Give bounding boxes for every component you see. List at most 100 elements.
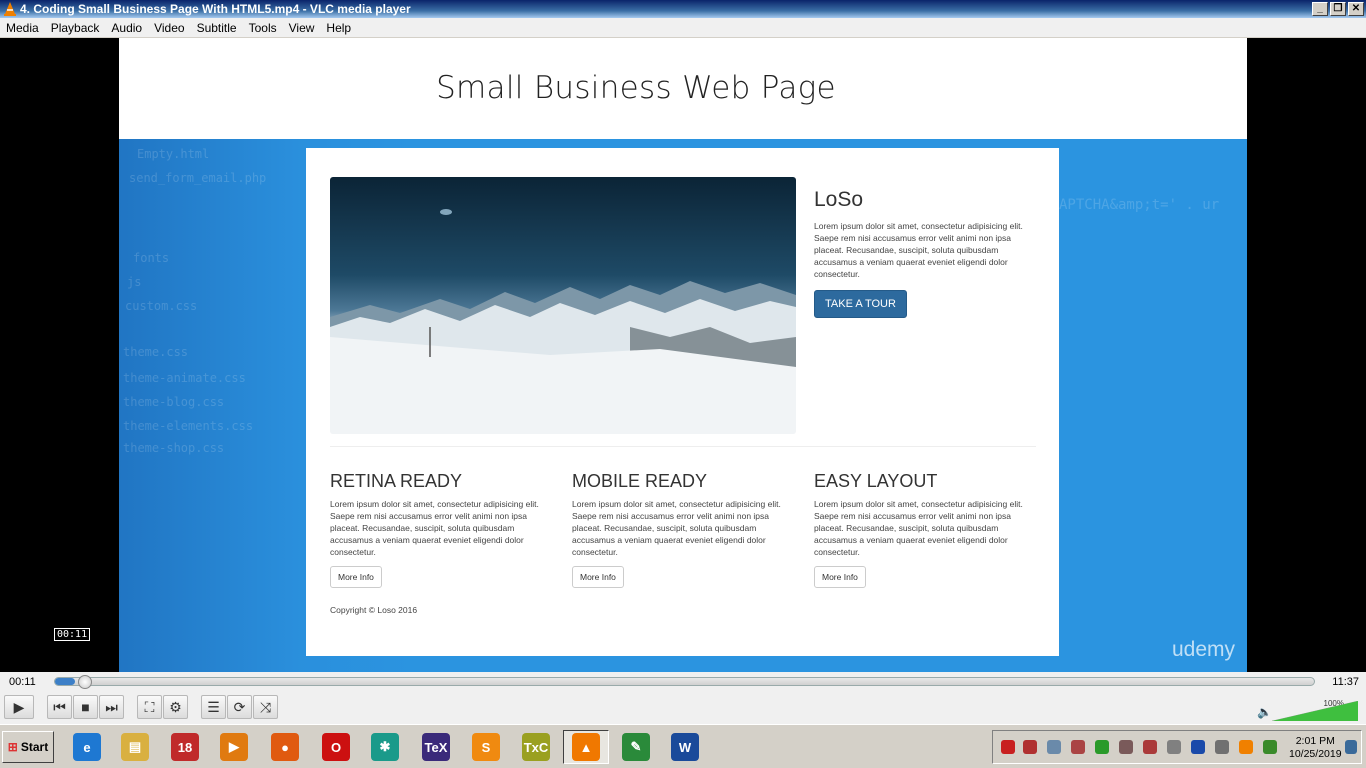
feature-column: MOBILE READY Lorem ipsum dolor sit amet,…: [572, 471, 794, 588]
taskbar-app-opera[interactable]: O: [313, 730, 359, 764]
start-label: Start: [20, 740, 49, 754]
clock[interactable]: 2:01 PM 10/25/2019: [1289, 735, 1342, 761]
texmaker-icon: TxC: [522, 733, 550, 761]
bluetooth-icon[interactable]: [1191, 740, 1205, 754]
battery-icon[interactable]: [1167, 740, 1181, 754]
media-player-icon: ▶: [220, 733, 248, 761]
feature-heading: MOBILE READY: [572, 471, 708, 491]
video-area[interactable]: Small Business Web Page Empty.html send_…: [0, 38, 1366, 672]
previous-button[interactable]: ⏮: [47, 695, 72, 719]
hero-text: Lorem ipsum dolor sit amet, consectetur …: [814, 221, 1023, 279]
menu-playback[interactable]: Playback: [45, 21, 106, 35]
seek-time-tooltip: 00:11: [54, 628, 91, 641]
loop-button[interactable]: ⟳: [227, 695, 252, 719]
demo-page: LoSo Lorem ipsum dolor sit amet, consect…: [306, 148, 1059, 656]
stop-button[interactable]: ■: [73, 695, 98, 719]
close-button[interactable]: ✕: [1348, 2, 1364, 16]
vlc-cone-icon: [4, 2, 16, 16]
ghost-file: js: [127, 275, 142, 289]
antivirus-icon[interactable]: [1023, 740, 1037, 754]
feature-heading: EASY LAYOUT: [814, 471, 938, 491]
no-signal-icon[interactable]: [1143, 740, 1157, 754]
menu-media[interactable]: Media: [0, 21, 45, 35]
lock-icon[interactable]: [1071, 740, 1085, 754]
feature-column: EASY LAYOUT Lorem ipsum dolor sit amet, …: [814, 471, 1036, 588]
more-info-button: More Info: [814, 566, 866, 588]
ghost-file: Empty.html: [137, 147, 210, 161]
taskbar-app-notepad[interactable]: ✎: [613, 730, 659, 764]
feature-column: RETINA READY Lorem ipsum dolor sit amet,…: [330, 471, 552, 588]
control-bar: ▶ ⏮ ■ ⏭ ⛶ ⚙ ☰ ⟳ ⤨ 🔈 100%: [0, 692, 1366, 724]
hero-side: LoSo Lorem ipsum dolor sit amet, consect…: [814, 188, 1036, 318]
take-a-tour-button: TAKE A TOUR: [814, 290, 907, 318]
xmind-icon: ✱: [371, 733, 399, 761]
extended-settings-button[interactable]: ⚙: [163, 695, 188, 719]
window-title: 4. Coding Small Business Page With HTML5…: [20, 2, 411, 16]
windows-flag-icon: ⊞: [7, 740, 18, 754]
stop-icon: ■: [81, 699, 90, 715]
taskbar-app-tex[interactable]: TeX: [413, 730, 459, 764]
taskbar-app-sublime-text[interactable]: S: [463, 730, 509, 764]
network-drive-icon[interactable]: [1047, 740, 1061, 754]
next-button[interactable]: ⏭: [99, 695, 124, 719]
taskbar-app-internet-explorer[interactable]: e: [64, 730, 110, 764]
taskbar-app-media-player[interactable]: ▶: [211, 730, 257, 764]
taskbar: ⊞ Start e ▤ 18 ▶ ● O ✱ TeX S TxC ▲ ✎ W 2:01 PM 10/25…: [0, 724, 1366, 768]
speaker-icon[interactable]: 🔈: [1257, 705, 1272, 719]
taskbar-app-vlc[interactable]: ▲: [563, 730, 609, 764]
section-divider: [330, 446, 1036, 447]
seek-handle[interactable]: [78, 675, 93, 689]
taskbar-app-file-explorer[interactable]: ▤: [112, 730, 158, 764]
clock-date: 10/25/2019: [1289, 748, 1342, 760]
elapsed-time[interactable]: 00:11: [9, 676, 36, 688]
clock-time: 2:01 PM: [1295, 735, 1335, 747]
taskbar-app-firefox[interactable]: ●: [262, 730, 308, 764]
seek-slider[interactable]: [54, 675, 1315, 689]
shuffle-button[interactable]: ⤨: [253, 695, 278, 719]
ghost-file: theme-animate.css: [123, 371, 246, 385]
feature-text: Lorem ipsum dolor sit amet, consectetur …: [330, 499, 539, 557]
show-desktop-icon[interactable]: [1345, 740, 1357, 754]
nvidia-icon[interactable]: [1263, 740, 1277, 754]
internet-explorer-icon: e: [73, 733, 101, 761]
seek-row: 00:11 11:37: [0, 672, 1366, 692]
word-icon: W: [671, 733, 699, 761]
extended-settings-icon: ⚙: [169, 699, 182, 715]
copyright-text: Copyright © Loso 2016: [330, 605, 418, 615]
security-icon[interactable]: [1001, 740, 1015, 754]
menu-subtitle[interactable]: Subtitle: [191, 21, 243, 35]
fullscreen-button[interactable]: ⛶: [137, 695, 162, 719]
menu-video[interactable]: Video: [148, 21, 190, 35]
playlist-button[interactable]: ☰: [201, 695, 226, 719]
ghost-file: send_form_email.php: [129, 171, 267, 185]
menu-view[interactable]: View: [283, 21, 321, 35]
volume-tray-icon[interactable]: [1215, 740, 1229, 754]
start-button[interactable]: ⊞ Start: [2, 731, 54, 763]
taskbar-app-app-18[interactable]: 18: [162, 730, 208, 764]
green-arrow-icon[interactable]: [1095, 740, 1109, 754]
minimize-button[interactable]: _: [1312, 2, 1328, 16]
playlist-icon: ☰: [207, 699, 220, 715]
volume-slider[interactable]: [1272, 701, 1358, 721]
menu-help[interactable]: Help: [320, 21, 357, 35]
network-disconnected-icon[interactable]: [1119, 740, 1133, 754]
ghost-file: custom.css: [125, 299, 198, 313]
maximize-button[interactable]: ❐: [1330, 2, 1346, 16]
taskbar-app-word[interactable]: W: [662, 730, 708, 764]
taskbar-app-xmind[interactable]: ✱: [362, 730, 408, 764]
mountain-image: [330, 177, 796, 434]
app-18-icon: 18: [171, 733, 199, 761]
site-title: Small Business Web Page: [436, 70, 836, 106]
vlc-tray-icon[interactable]: [1239, 740, 1253, 754]
udemy-watermark: udemy: [1171, 638, 1235, 661]
menu-tools[interactable]: Tools: [243, 21, 283, 35]
notepad-icon: ✎: [622, 733, 650, 761]
play-button[interactable]: ▶: [4, 695, 34, 719]
menu-audio[interactable]: Audio: [105, 21, 148, 35]
opera-icon: O: [322, 733, 350, 761]
feature-heading: RETINA READY: [330, 471, 463, 491]
total-time[interactable]: 11:37: [1332, 676, 1359, 688]
taskbar-app-texmaker[interactable]: TxC: [513, 730, 559, 764]
ghost-file: theme-elements.css: [123, 419, 254, 433]
more-info-button: More Info: [572, 566, 624, 588]
